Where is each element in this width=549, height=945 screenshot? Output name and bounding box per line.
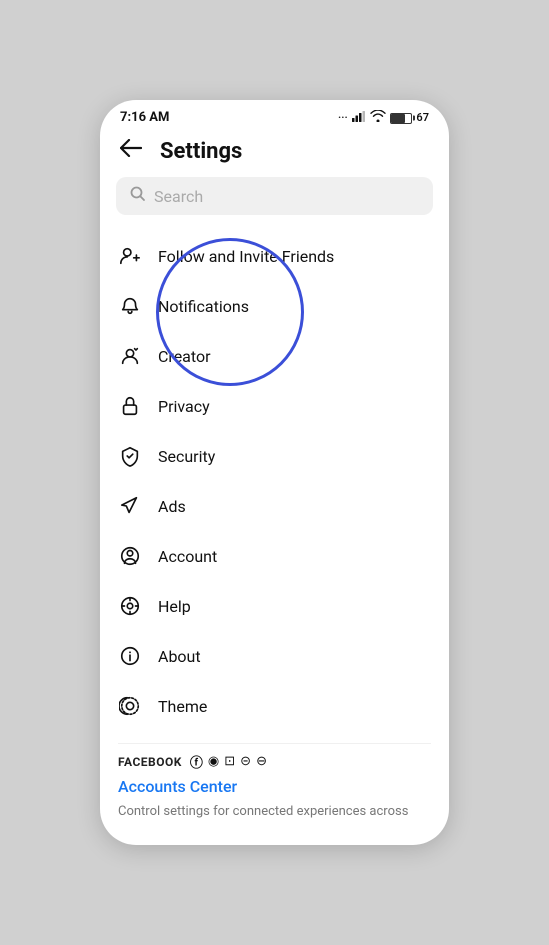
status-icons: ··· 67	[338, 110, 429, 125]
menu-label-help: Help	[158, 597, 191, 616]
facebook-section: FACEBOOK ⓕ ◉ ⊡ ⊝ ⊖ Accounts Center Contr…	[100, 731, 449, 823]
menu-item-creator[interactable]: Creator	[100, 331, 449, 381]
help-icon	[118, 594, 142, 618]
signal-bars-icon	[352, 111, 366, 125]
menu-item-help[interactable]: Help	[100, 581, 449, 631]
wifi-icon	[370, 110, 386, 125]
menu-label-creator: Creator	[158, 347, 211, 366]
menu-item-privacy[interactable]: Privacy	[100, 381, 449, 431]
account-icon	[118, 544, 142, 568]
page-title: Settings	[160, 139, 242, 164]
follow-icon	[118, 244, 142, 268]
bell-icon	[118, 294, 142, 318]
menu-label-security: Security	[158, 447, 215, 466]
menu-item-follow[interactable]: Follow and Invite Friends	[100, 231, 449, 281]
facebook-f-icon: ⓕ	[190, 752, 203, 771]
header: Settings	[100, 129, 449, 177]
theme-icon	[118, 694, 142, 718]
menu-label-ads: Ads	[158, 497, 186, 516]
menu-label-follow: Follow and Invite Friends	[158, 247, 334, 266]
menu-item-about[interactable]: About	[100, 631, 449, 681]
menu-item-account[interactable]: Account	[100, 531, 449, 581]
about-icon	[118, 644, 142, 668]
search-placeholder: Search	[154, 187, 203, 206]
messenger-icon: ◉	[208, 754, 219, 769]
menu-label-notifications: Notifications	[158, 297, 249, 316]
menu-item-ads[interactable]: Ads	[100, 481, 449, 531]
accounts-center-sublabel: Control settings for connected experienc…	[118, 804, 408, 819]
menu-label-privacy: Privacy	[158, 397, 210, 416]
menu-label-theme: Theme	[158, 697, 207, 716]
signal-dots-icon: ···	[338, 111, 348, 124]
menu-label-account: Account	[158, 547, 217, 566]
battery-indicator: 67	[390, 111, 429, 124]
menu-item-security[interactable]: Security	[100, 431, 449, 481]
search-icon	[130, 186, 146, 206]
search-bar[interactable]: Search	[116, 177, 433, 215]
shield-icon	[118, 444, 142, 468]
menu-item-theme[interactable]: Theme	[100, 681, 449, 731]
accounts-center-link[interactable]: Accounts Center	[118, 777, 431, 796]
ads-icon	[118, 494, 142, 518]
menu-item-notifications[interactable]: Notifications	[100, 281, 449, 331]
status-time: 7:16 AM	[120, 110, 169, 125]
instagram-icon: ⊡	[224, 754, 235, 769]
facebook-brand-label: FACEBOOK	[118, 755, 182, 769]
phone-frame: 7:16 AM ··· 67 Settings Search	[100, 100, 449, 845]
facebook-social-icons: ⓕ ◉ ⊡ ⊝ ⊖	[190, 752, 267, 771]
menu-list: Follow and Invite Friends Notifications …	[100, 225, 449, 731]
status-bar: 7:16 AM ··· 67	[100, 100, 449, 129]
whatsapp-icon: ⊝	[240, 754, 251, 769]
menu-label-about: About	[158, 647, 201, 666]
oculus-icon: ⊖	[256, 754, 267, 769]
back-button[interactable]	[116, 137, 146, 165]
lock-icon	[118, 394, 142, 418]
creator-icon	[118, 344, 142, 368]
